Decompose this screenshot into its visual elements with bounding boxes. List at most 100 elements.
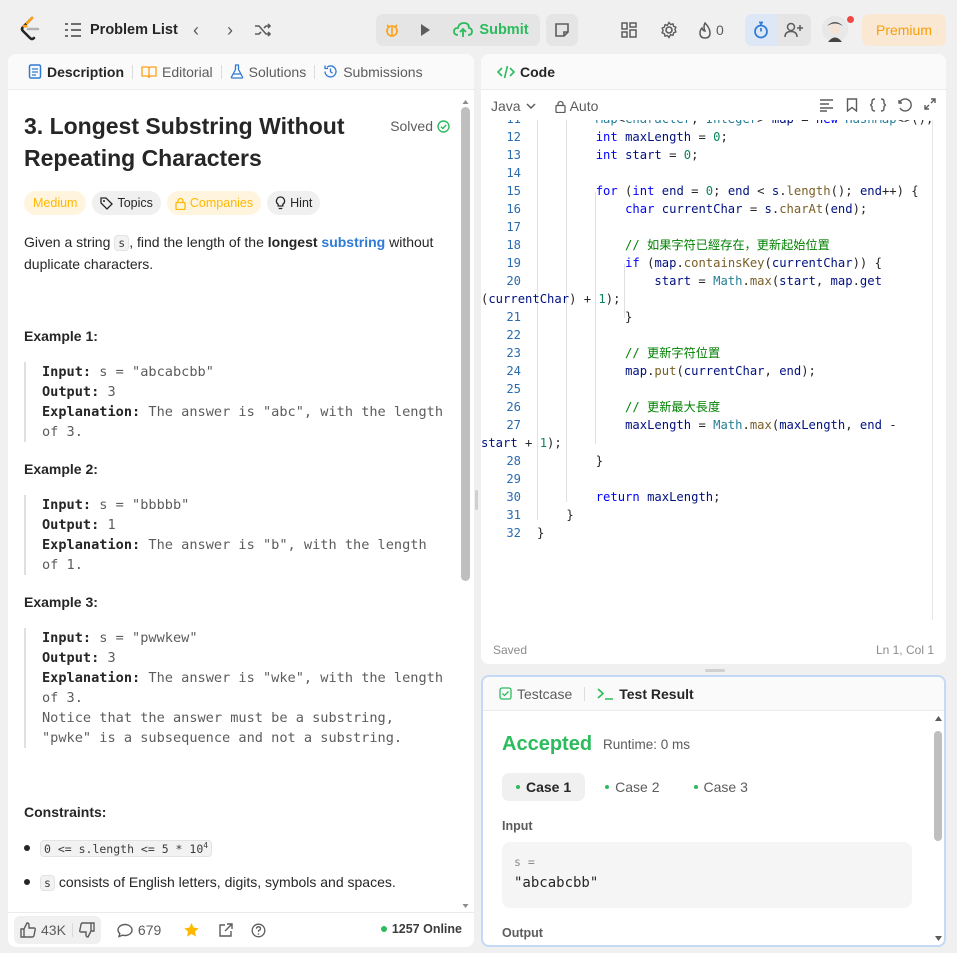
run-button[interactable] [409,14,441,46]
tab-test-result[interactable]: Test Result [593,677,697,712]
desc-bold: longest [267,234,318,250]
next-problem-button[interactable]: › [216,16,244,44]
code-line[interactable]: 23 // 更新字符位置 [481,344,936,362]
case-tab[interactable]: Case 3 [680,773,762,801]
tab-solutions[interactable]: Solutions [222,54,315,90]
line-number: 25 [506,382,521,396]
line-number: 26 [506,400,521,414]
code-line[interactable]: 15 for (int end = 0; end < s.length(); e… [481,182,936,200]
output-label: Output: [42,517,100,533]
premium-button[interactable]: Premium [862,14,946,46]
code-line[interactable]: 25 [481,380,936,398]
terminal-icon [597,687,614,700]
code-text: char currentChar = s.charAt(end); [625,202,868,216]
braces-icon[interactable] [870,98,886,112]
input-label: Input: [42,630,92,646]
language-select[interactable]: Java [491,98,537,114]
auto-mode[interactable]: Auto [554,98,598,114]
code-line[interactable]: 18 // 如果字符已經存在，更新起始位置 [481,236,936,254]
tab-editorial[interactable]: Editorial [133,54,221,90]
bookmark-icon[interactable] [846,98,858,112]
code-line[interactable]: 14 [481,164,936,182]
code-line[interactable]: 31 } [481,506,936,524]
premium-label: Premium [875,22,932,38]
tab-testcase[interactable]: Testcase [495,677,576,712]
problem-list-button[interactable]: Problem List [64,18,178,42]
dislike-button[interactable] [78,916,95,944]
topics-chip[interactable]: Topics [92,191,161,215]
difficulty-badge[interactable]: Medium [24,191,87,215]
like-button[interactable]: 43K [20,916,66,944]
code-line[interactable]: 26 // 更新最大長度 [481,398,936,416]
layout-button[interactable] [615,16,643,44]
code-line[interactable]: 29 [481,470,936,488]
streak-counter[interactable]: 0 [698,20,724,40]
code-line[interactable]: 13 int start = 0; [481,146,936,164]
timer-button[interactable] [745,14,777,46]
substring-link[interactable]: substring [321,234,385,250]
help-button[interactable] [251,916,266,944]
code-text: start = Math.max(start, map.get [654,274,882,288]
code-text: int start = 0; [595,148,699,162]
code-line[interactable]: 21 } [481,308,936,326]
tab-code[interactable]: Code [489,54,563,90]
code-tabbar: Code [481,54,946,90]
random-problem-button[interactable] [249,16,277,44]
notes-button[interactable] [546,14,578,46]
tab-submissions[interactable]: Submissions [315,54,430,90]
avatar[interactable] [822,16,848,42]
code-line[interactable]: 30 return maxLength; [481,488,936,506]
companies-chip[interactable]: Companies [166,191,262,215]
code-line[interactable]: 12 int maxLength = 0; [481,128,936,146]
prev-problem-button[interactable]: ‹ [182,16,210,44]
leetcode-logo[interactable] [18,16,42,42]
flask-icon [230,64,244,79]
code-line[interactable]: (currentChar) + 1); [481,290,936,308]
panel-resize-handle-vertical[interactable] [475,490,478,510]
description-scrollbar-thumb[interactable] [461,107,470,581]
line-number: 15 [506,184,521,198]
code-line[interactable]: 16 char currentChar = s.charAt(end); [481,200,936,218]
code-line[interactable]: 24 map.put(currentChar, end); [481,362,936,380]
flame-icon [698,21,712,39]
example-input: s = "abcabcbb" [99,364,214,380]
history-icon [323,64,338,79]
case-tab[interactable]: Case 2 [591,773,673,801]
layout-grid-icon [621,22,637,38]
scroll-up-icon[interactable] [934,715,943,722]
result-scrollbar-thumb[interactable] [934,731,942,841]
scroll-down-icon[interactable] [934,935,943,942]
share-button[interactable] [218,916,233,944]
code-line[interactable]: 19 if (map.containsKey(currentChar)) { [481,254,936,272]
tab-description[interactable]: Description [20,54,132,90]
code-line[interactable]: 17 [481,218,936,236]
line-number: 12 [506,130,521,144]
expand-icon[interactable] [924,98,936,112]
code-line[interactable]: 27 maxLength = Math.max(maxLength, end - [481,416,936,434]
like-count: 43K [41,922,66,938]
code-editor[interactable]: 11 Map<Character, Integer> map = new Has… [481,120,936,640]
hint-chip[interactable]: Hint [267,191,321,215]
panel-resize-handle[interactable] [705,669,725,672]
reset-icon[interactable] [898,98,912,112]
case-tab[interactable]: Case 1 [502,773,586,801]
save-status: Saved [493,643,528,657]
favorite-button[interactable] [183,916,200,944]
code-line[interactable]: 32} [481,524,936,542]
code-line[interactable]: 11 Map<Character, Integer> map = new Has… [481,120,936,128]
input-label: Input: [42,497,92,513]
settings-button[interactable] [655,16,683,44]
code-text: // 更新最大長度 [537,400,721,414]
bug-icon [383,21,401,39]
code-line[interactable]: 20 start = Math.max(start, map.get [481,272,936,290]
thumbs-up-icon [20,922,36,938]
submit-button[interactable]: Submit [442,14,540,46]
comments-button[interactable]: 679 [117,916,161,944]
code-line[interactable]: start + 1); [481,434,936,452]
add-friend-button[interactable] [777,14,811,46]
code-line[interactable]: 28 } [481,452,936,470]
input-var-value: "abcabcbb" [514,875,599,891]
format-lines-icon[interactable] [819,98,834,112]
code-line[interactable]: 22 [481,326,936,344]
debug-button[interactable] [376,14,408,46]
